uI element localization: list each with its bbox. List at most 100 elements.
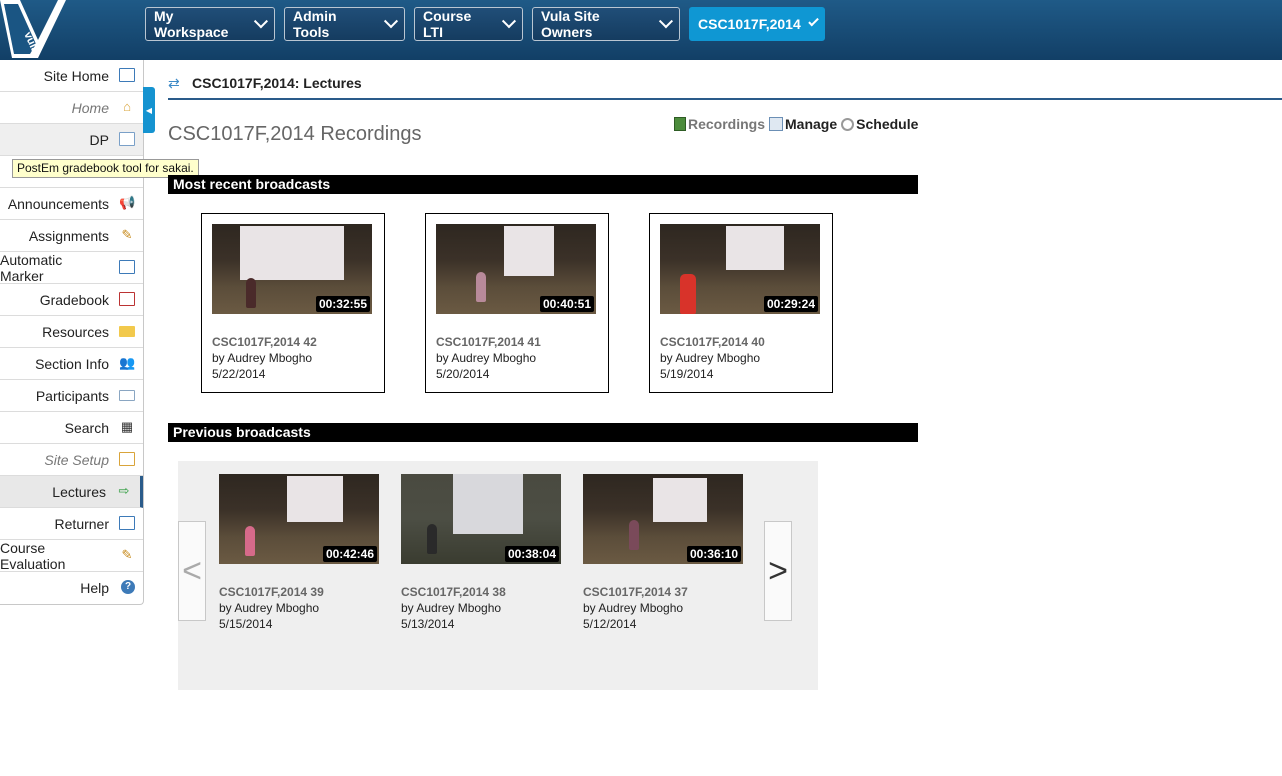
- broadcast-title[interactable]: CSC1017F,2014 42: [212, 335, 317, 349]
- broadcast-card[interactable]: 00:32:55 CSC1017F,2014 42 by Audrey Mbog…: [201, 213, 385, 393]
- folder-icon: [119, 326, 135, 337]
- setup-icon: [119, 452, 135, 466]
- sidebar-item-help[interactable]: Help ?: [0, 572, 143, 604]
- reset-icon[interactable]: ⇄: [168, 75, 184, 92]
- video-thumbnail[interactable]: 00:29:24: [660, 224, 820, 314]
- tool-sidebar: Site Home Home ⌂ DP Announcements 📢 Assi…: [0, 60, 144, 605]
- tool-title-bar: ⇄ CSC1017F,2014: Lectures: [168, 68, 1282, 100]
- broadcast-date: 5/19/2014: [660, 367, 714, 381]
- video-thumbnail[interactable]: 00:32:55: [212, 224, 372, 314]
- top-navigation-bar: vula My Workspace Admin Tools Course LTI…: [0, 0, 1282, 60]
- recordings-link[interactable]: Recordings: [674, 116, 765, 132]
- sidebar-item-label: Site Home: [43, 67, 109, 84]
- chevron-down-icon: [254, 14, 269, 29]
- vula-logo[interactable]: vula: [0, 0, 70, 60]
- broadcast-title[interactable]: CSC1017F,2014 39: [219, 585, 324, 599]
- sidebar-item-lectures[interactable]: Lectures ⇨: [0, 476, 143, 508]
- sidebar-item-label: Course Evaluation: [0, 539, 66, 572]
- sidebar-item-site-setup[interactable]: Site Setup: [0, 444, 143, 476]
- house-icon: ⌂: [123, 99, 131, 114]
- sidebar-item-home[interactable]: Home ⌂: [0, 92, 143, 124]
- schedule-link[interactable]: Schedule: [841, 116, 918, 132]
- video-thumbnail[interactable]: 00:42:46: [219, 474, 379, 564]
- broadcast-title[interactable]: CSC1017F,2014 41: [436, 335, 541, 349]
- manage-link[interactable]: Manage: [769, 116, 837, 132]
- my-workspace-button[interactable]: My Workspace: [145, 7, 275, 41]
- sidebar-item-assignments[interactable]: Assignments ✎: [0, 220, 143, 252]
- sidebar-item-announcements[interactable]: Announcements 📢: [0, 188, 143, 220]
- vula-site-owners-button[interactable]: Vula Site Owners: [532, 7, 680, 41]
- duration-badge: 00:29:24: [763, 296, 818, 312]
- sidebar-item-resources[interactable]: Resources: [0, 316, 143, 348]
- film-icon: [674, 117, 686, 131]
- chevron-down-icon: [659, 14, 674, 29]
- sidebar-item-label: Gradebook: [39, 291, 109, 308]
- carousel-prev-button[interactable]: <: [178, 521, 206, 621]
- tool-title: CSC1017F,2014: Lectures: [192, 75, 362, 91]
- broadcast-title[interactable]: CSC1017F,2014 37: [583, 585, 688, 599]
- video-thumbnail[interactable]: 00:36:10: [583, 474, 743, 564]
- broadcast-title[interactable]: CSC1017F,2014 38: [401, 585, 506, 599]
- page-title: CSC1017F,2014 Recordings: [168, 123, 422, 145]
- broadcast-author: by Audrey Mbogho: [660, 351, 761, 365]
- sidebar-item-label: Site Setup: [44, 451, 109, 468]
- card-icon: [119, 390, 135, 401]
- broadcast-date: 5/22/2014: [212, 367, 266, 381]
- course-lti-button[interactable]: Course LTI: [414, 7, 523, 41]
- broadcast-title[interactable]: CSC1017F,2014 40: [660, 335, 765, 349]
- current-site-button[interactable]: CSC1017F,2014: [689, 7, 825, 41]
- recent-broadcasts-header: Most recent broadcasts: [168, 175, 918, 194]
- sidebar-item-section-info[interactable]: Section Info 👥: [0, 348, 143, 380]
- video-thumbnail[interactable]: 00:40:51: [436, 224, 596, 314]
- admin-tools-button[interactable]: Admin Tools: [284, 7, 405, 41]
- sidebar-item-dp[interactable]: DP: [0, 124, 143, 156]
- sidebar-item-search[interactable]: Search ▦: [0, 412, 143, 444]
- broadcast-card[interactable]: 00:40:51 CSC1017F,2014 41 by Audrey Mbog…: [425, 213, 609, 393]
- binoculars-icon: ▦: [120, 419, 134, 434]
- nav-label: Admin Tools: [293, 8, 337, 40]
- sidebar-item-label: DP: [89, 131, 109, 148]
- sidebar-item-label: Section Info: [35, 355, 109, 372]
- sidebar-item-automatic-marker[interactable]: Automatic Marker: [0, 252, 143, 284]
- recordings-label: Recordings: [688, 116, 766, 132]
- video-thumbnail[interactable]: 00:38:04: [401, 474, 561, 564]
- nav-label: CSC1017F,2014: [698, 16, 801, 32]
- chevron-down-icon: [502, 14, 517, 29]
- schedule-label: Schedule: [856, 116, 919, 132]
- broadcast-author: by Audrey Mbogho: [401, 601, 502, 615]
- sidebar-item-participants[interactable]: Participants: [0, 380, 143, 412]
- nav-label: Course LTI: [423, 8, 472, 40]
- sidebar-item-label: Home: [71, 99, 109, 116]
- duration-badge: 00:42:46: [322, 546, 377, 562]
- sidebar-item-label: Announcements: [7, 195, 109, 212]
- sidebar-item-course-evaluation[interactable]: Course Evaluation ✎: [0, 540, 143, 572]
- window-icon: [119, 516, 135, 530]
- nav-label: My Workspace: [154, 8, 229, 40]
- sidebar-item-returner[interactable]: Returner: [0, 508, 143, 540]
- chevron-down-icon: [807, 15, 819, 27]
- gradebook-icon: [119, 292, 135, 306]
- sidebar-item-label: Help: [80, 580, 109, 596]
- broadcast-card[interactable]: 00:29:24 CSC1017F,2014 40 by Audrey Mbog…: [649, 213, 833, 393]
- window-icon: [119, 260, 135, 274]
- sidebar-item-site-home[interactable]: Site Home: [0, 60, 143, 92]
- previous-broadcasts-carousel: < 00:42:46 CSC1017F,2014 39 by Audrey Mb…: [178, 461, 818, 690]
- previous-broadcasts-header: Previous broadcasts: [168, 423, 918, 442]
- duration-badge: 00:36:10: [686, 546, 741, 562]
- help-icon: ?: [121, 580, 135, 594]
- people-icon: 👥: [119, 355, 136, 370]
- sidebar-item-label: Automatic Marker: [0, 251, 63, 284]
- megaphone-icon: 📢: [119, 195, 136, 210]
- duration-badge: 00:40:51: [539, 296, 594, 312]
- broadcast-date: 5/20/2014: [436, 367, 490, 381]
- nav-label: Vula Site Owners: [541, 8, 600, 40]
- manage-icon: [769, 117, 784, 131]
- broadcast-date: 5/15/2014: [219, 617, 273, 631]
- sidebar-item-label: Search: [64, 419, 109, 436]
- manage-label: Manage: [785, 116, 838, 132]
- duration-badge: 00:32:55: [315, 296, 370, 312]
- broadcast-author: by Audrey Mbogho: [212, 351, 313, 365]
- sidebar-item-gradebook[interactable]: Gradebook: [0, 284, 143, 316]
- collapse-sidebar-toggle[interactable]: ◀: [143, 87, 155, 133]
- carousel-next-button[interactable]: >: [764, 521, 792, 621]
